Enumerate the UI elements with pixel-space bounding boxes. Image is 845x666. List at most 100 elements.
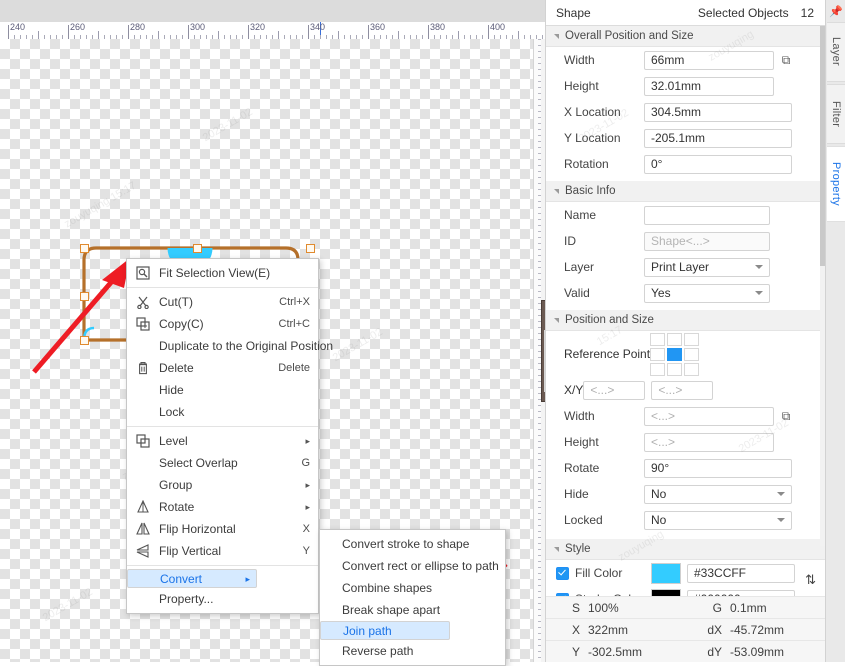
fit-selection-icon [133,265,153,281]
section-overall-position-and-size[interactable]: Overall Position and Size [546,26,826,47]
convert-submenu[interactable]: Convert stroke to shape Convert rect or e… [319,529,506,666]
menu-item-hide[interactable]: Hide [127,379,318,401]
menu-item-group[interactable]: Group ▸ [127,474,318,496]
input-rotate[interactable]: 90° [644,458,792,478]
property-panel: Shape Selected Objects 12 Overall Positi… [545,0,826,662]
reference-point-cell-se[interactable] [684,362,700,376]
tab-layer[interactable]: Layer [827,22,845,82]
menu-item-rotate[interactable]: Rotate ▸ [127,496,318,518]
menu-item-label: Select Overlap [159,456,238,470]
menu-item-copy-c[interactable]: Copy(C) Ctrl+C [127,313,318,335]
submenu-item-break-shape-apart[interactable]: Break shape apart [320,599,505,621]
select-valid[interactable]: Yes [644,283,770,303]
fill-color-swatch[interactable] [651,562,681,584]
link-ratio-icon[interactable]: ⧉ [780,410,792,422]
input-pos-x[interactable]: <...> [583,380,646,400]
section-position-and-size[interactable]: Position and Size [546,310,826,331]
ruler-minor-tick [38,31,39,39]
panel-title: Shape [556,5,591,20]
menu-item-flip-horizontal[interactable]: Flip Horizontal X [127,518,318,540]
reference-point-cell-center[interactable] [667,347,683,361]
reference-point-cell-e[interactable] [684,347,700,361]
selection-handle-ne[interactable] [306,244,315,253]
menu-item-level[interactable]: Level ▸ [127,430,318,452]
menu-item-label: Level [159,434,188,448]
collapse-triangle-icon [554,188,559,194]
row-overall-height: Height 32.01mm [546,73,826,99]
reference-point-cell-nw[interactable] [650,332,666,346]
submenu-item-label: Combine shapes [342,581,433,595]
tab-property[interactable]: Property [827,146,845,222]
menu-item-convert[interactable]: Convert ▸ [127,569,257,588]
selection-handle-n[interactable] [193,244,202,253]
menu-item-no-icon [133,477,153,493]
select-locked[interactable]: No [644,510,792,530]
select-hide[interactable]: No [644,484,792,504]
reference-point-cell-n[interactable] [667,332,683,346]
status-value2: 0.1mm [730,600,767,615]
link-ratio-icon[interactable]: ⧉ [780,54,792,66]
reference-point-grid[interactable] [650,332,700,376]
input-pos-y[interactable]: <...> [651,380,714,400]
reference-point-cell-w[interactable] [650,347,666,361]
submenu-item-join-path[interactable]: Join path [320,621,450,640]
swap-colors-icon[interactable]: ⇅ [805,572,816,588]
label-hide: Hide [564,487,589,501]
input-overall-height[interactable]: 32.01mm [644,76,774,96]
menu-item-label: Cut(T) [159,295,193,309]
tab-filter[interactable]: Filter [827,84,845,144]
input-fill-color-hex[interactable]: #33CCFF [687,563,795,583]
reference-point-cell-sw[interactable] [650,362,666,376]
section-style[interactable]: Style [546,539,826,560]
input-pos-width[interactable]: <...> [644,406,774,426]
menu-item-property[interactable]: Property... [127,588,318,610]
menu-item-cut-t[interactable]: Cut(T) Ctrl+X [127,291,318,313]
label-pos-height: Height [564,435,599,449]
submenu-item-combine-shapes[interactable]: Combine shapes [320,577,505,599]
menu-item-delete[interactable]: Delete Delete [127,357,318,379]
scissors-icon [133,294,153,310]
input-y-location[interactable]: -205.1mm [644,128,792,148]
menu-item-duplicate-to-the-original-position[interactable]: Duplicate to the Original Position [127,335,333,357]
menu-item-shortcut: Delete [278,362,310,374]
context-menu[interactable]: Fit Selection View(E) Cut(T) Ctrl+X Copy(C)… [126,258,333,614]
selection-handle-sw[interactable] [80,336,89,345]
select-hide-value: No [651,487,667,501]
menu-item-label: Duplicate to the Original Position [159,339,334,353]
submenu-item-convert-stroke-to-shape[interactable]: Convert stroke to shape [320,533,505,555]
horizontal-ruler[interactable]: 240 260 280 300 320 340 360 380 400 [0,22,545,40]
menu-item-select-overlap[interactable]: Select Overlap G [127,452,318,474]
submenu-item-label: Join path [343,623,392,638]
label-y-location: Y Location [564,131,621,145]
status-key: Y [571,644,580,659]
menu-item-label: Hide [159,383,184,397]
menu-item-label: Flip Vertical [159,544,222,558]
pin-icon[interactable]: 📌 [826,0,845,22]
input-id: Shape<...> [644,231,770,251]
label-id: ID [564,234,576,248]
row-valid: Valid Yes [546,280,826,306]
section-title: Style [565,543,591,555]
input-name[interactable] [644,205,770,225]
input-pos-height[interactable]: <...> [644,432,774,452]
selection-handle-w[interactable] [80,292,89,301]
submenu-item-reverse-path[interactable]: Reverse path [320,640,505,662]
vertical-tabs: Layer Filter Property [826,22,845,222]
input-x-location[interactable]: 304.5mm [644,102,792,122]
menu-item-lock[interactable]: Lock [127,401,318,423]
input-overall-width[interactable]: 66mm [644,50,774,70]
row-rotation: Rotation 0° [546,151,826,177]
menu-item-no-icon [133,591,153,607]
flip-horizontal-icon [133,521,153,537]
selection-handle-nw[interactable] [80,244,89,253]
menu-separator [127,565,318,566]
select-layer[interactable]: Print Layer [644,257,770,277]
input-rotation[interactable]: 0° [644,154,792,174]
menu-item-fit-selection-view-e[interactable]: Fit Selection View(E) [127,262,318,284]
section-basic-info[interactable]: Basic Info [546,181,826,202]
submenu-item-convert-rect-or-ellipse-to-path[interactable]: Convert rect or ellipse to path [320,555,505,577]
menu-item-flip-vertical[interactable]: Flip Vertical Y [127,540,318,562]
reference-point-cell-s[interactable] [667,362,683,376]
checkbox-fill-color[interactable] [556,566,569,580]
reference-point-cell-ne[interactable] [684,332,700,346]
